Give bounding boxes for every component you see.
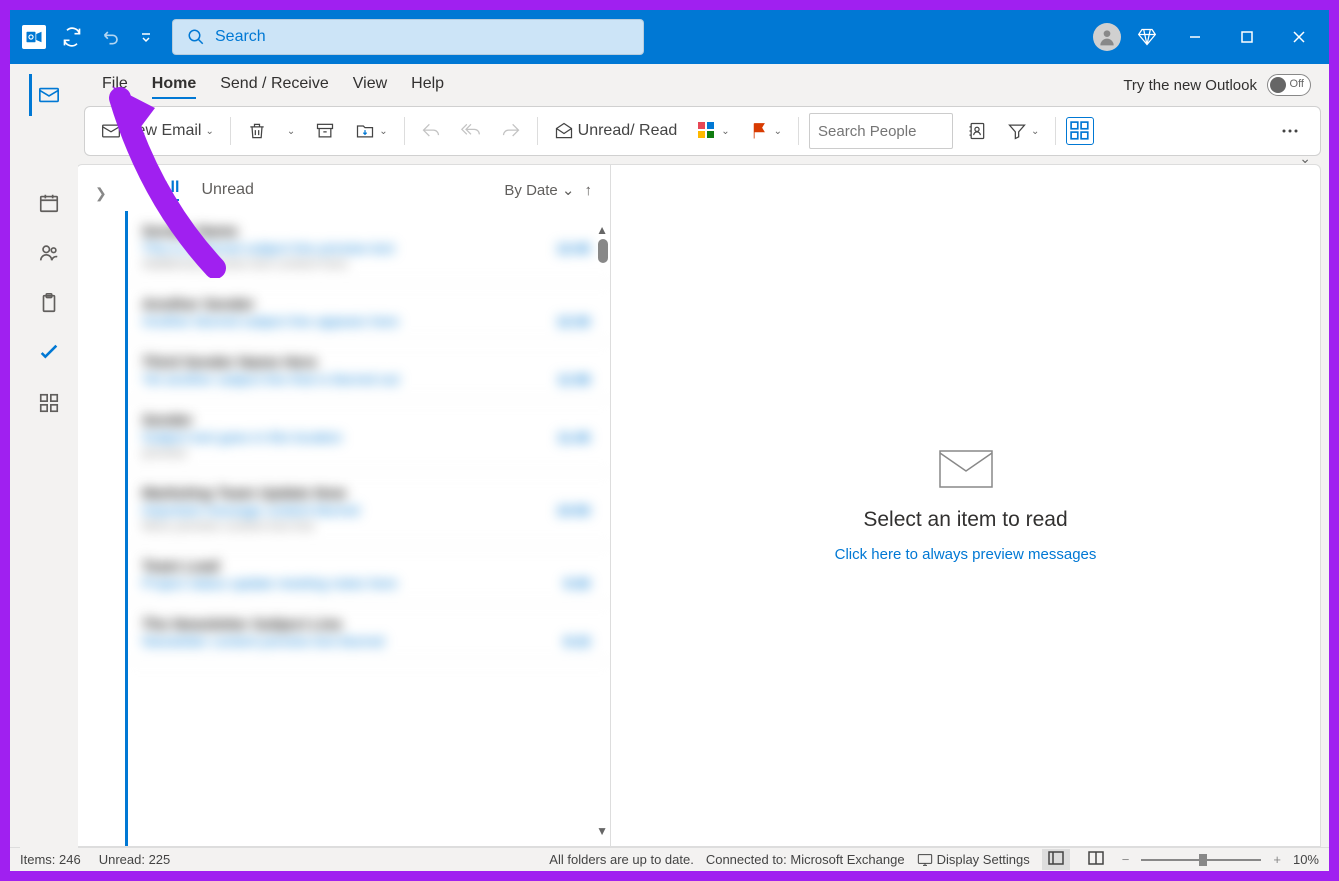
status-folders: All folders are up to date. xyxy=(549,852,694,867)
unread-read-button[interactable]: Unread/ Read xyxy=(548,117,684,145)
more-button[interactable] xyxy=(1274,117,1306,145)
calendar-icon xyxy=(38,192,60,214)
sync-button[interactable] xyxy=(58,23,86,51)
envelope-large-icon xyxy=(938,449,994,494)
message-item[interactable]: Another SenderAnother blurred subject li… xyxy=(128,284,610,342)
search-box[interactable] xyxy=(172,19,644,55)
people-icon xyxy=(38,242,60,264)
try-new-outlook-label: Try the new Outlook xyxy=(1123,77,1257,94)
close-button[interactable] xyxy=(1277,17,1321,57)
undo-button[interactable] xyxy=(98,23,126,51)
envelope-icon xyxy=(101,121,121,141)
categories-icon xyxy=(697,121,717,141)
ellipsis-icon xyxy=(1280,121,1300,141)
always-preview-link[interactable]: Click here to always preview messages xyxy=(835,546,1097,563)
new-email-button[interactable]: New Email ⌄ xyxy=(95,117,220,145)
filter-icon xyxy=(1007,121,1027,141)
nav-todo[interactable] xyxy=(30,332,68,374)
qat-dropdown[interactable] xyxy=(138,23,154,51)
monitor-icon xyxy=(917,853,933,867)
view-reading-button[interactable] xyxy=(1082,849,1110,870)
message-item[interactable]: Team LeadProject status update meeting n… xyxy=(128,546,610,604)
flag-icon xyxy=(750,121,770,141)
minimize-button[interactable] xyxy=(1173,17,1217,57)
status-items-count: Items: 246 xyxy=(20,852,81,867)
delete-dropdown[interactable]: ⌄ xyxy=(281,122,301,141)
filter-button[interactable]: ⌄ xyxy=(1001,117,1045,145)
forward-icon xyxy=(501,121,521,141)
sort-direction-button[interactable]: ↑ xyxy=(585,182,593,199)
nav-people[interactable] xyxy=(30,232,68,274)
reply-icon xyxy=(421,121,441,141)
envelope-open-icon xyxy=(554,121,574,141)
checkmark-icon xyxy=(38,342,60,364)
scroll-down-arrow[interactable]: ▼ xyxy=(596,824,608,838)
view-tiles-button[interactable] xyxy=(1066,117,1094,145)
try-new-outlook-toggle[interactable]: Off xyxy=(1267,74,1311,96)
menu-file[interactable]: File xyxy=(102,71,128,99)
nav-calendar[interactable] xyxy=(30,182,68,224)
message-item[interactable]: Marketing Team Update NowImportant messa… xyxy=(128,473,610,546)
trash-icon xyxy=(247,121,267,141)
zoom-in-button[interactable]: + xyxy=(1273,852,1281,867)
mail-icon xyxy=(38,84,60,106)
move-button[interactable]: ⌄ xyxy=(349,117,393,145)
reply-all-icon xyxy=(461,121,481,141)
folder-pane-expand[interactable]: ❯ xyxy=(95,185,107,202)
archive-icon xyxy=(315,121,335,141)
premium-diamond-icon[interactable] xyxy=(1129,23,1165,51)
menu-view[interactable]: View xyxy=(353,71,387,99)
account-avatar[interactable] xyxy=(1093,23,1121,51)
search-icon xyxy=(187,28,205,46)
message-item[interactable]: The Newsletter Subject LineNewsletter co… xyxy=(128,604,610,662)
categorize-button[interactable]: ⌄ xyxy=(691,117,735,145)
zoom-slider[interactable] xyxy=(1141,859,1261,861)
nav-mail[interactable] xyxy=(29,74,67,116)
zoom-out-button[interactable]: − xyxy=(1122,852,1130,867)
address-book-icon xyxy=(967,121,987,141)
tiles-icon xyxy=(1070,121,1090,141)
message-item[interactable]: Sender NameThis is a blurred subject lin… xyxy=(128,211,610,284)
menubar: File Home Send / Receive View Help Try t… xyxy=(10,64,1329,106)
flag-button[interactable]: ⌄ xyxy=(744,117,788,145)
delete-button[interactable] xyxy=(241,117,273,145)
titlebar xyxy=(10,10,1329,64)
reply-button[interactable] xyxy=(415,117,447,145)
apps-grid-icon xyxy=(38,392,60,414)
status-connected: Connected to: Microsoft Exchange xyxy=(706,852,905,867)
reading-pane: Select an item to read Click here to alw… xyxy=(611,165,1320,846)
sort-button[interactable]: By Date ⌄ xyxy=(504,181,574,199)
zoom-level: 10% xyxy=(1293,852,1319,867)
tab-all[interactable]: All xyxy=(159,179,179,201)
nav-more-apps[interactable] xyxy=(30,382,68,424)
menu-help[interactable]: Help xyxy=(411,71,444,99)
display-settings-button[interactable]: Display Settings xyxy=(917,852,1030,867)
message-item[interactable]: SenderSubject text goes in this location… xyxy=(128,400,610,473)
reply-all-button[interactable] xyxy=(455,117,487,145)
search-people-input[interactable] xyxy=(809,113,953,149)
message-list: ❯ All Unread By Date ⌄ ↑ Sender NameThis… xyxy=(77,165,611,846)
ribbon-collapse-button[interactable]: ⌄ xyxy=(1299,150,1311,167)
maximize-button[interactable] xyxy=(1225,17,1269,57)
archive-button[interactable] xyxy=(309,117,341,145)
menu-send-receive[interactable]: Send / Receive xyxy=(220,71,329,99)
forward-button[interactable] xyxy=(495,117,527,145)
move-icon xyxy=(355,121,375,141)
nav-tasks[interactable] xyxy=(30,282,68,324)
ribbon: New Email ⌄ ⌄ ⌄ Unread/ Read xyxy=(84,106,1321,156)
nav-rail xyxy=(20,74,78,854)
statusbar: Items: 246 Unread: 225 All folders are u… xyxy=(10,847,1329,871)
scrollbar-thumb[interactable] xyxy=(598,239,608,263)
scroll-up-arrow[interactable]: ▲ xyxy=(596,223,608,237)
menu-home[interactable]: Home xyxy=(152,71,196,99)
search-input[interactable] xyxy=(215,28,629,46)
tab-unread[interactable]: Unread xyxy=(201,181,253,199)
view-normal-button[interactable] xyxy=(1042,849,1070,870)
address-book-button[interactable] xyxy=(961,117,993,145)
message-item[interactable]: Third Sender Name HereYet another subjec… xyxy=(128,342,610,400)
status-unread-count: Unread: 225 xyxy=(99,852,171,867)
clipboard-icon xyxy=(38,292,60,314)
outlook-app-icon xyxy=(22,25,46,49)
reading-pane-title: Select an item to read xyxy=(863,508,1067,532)
